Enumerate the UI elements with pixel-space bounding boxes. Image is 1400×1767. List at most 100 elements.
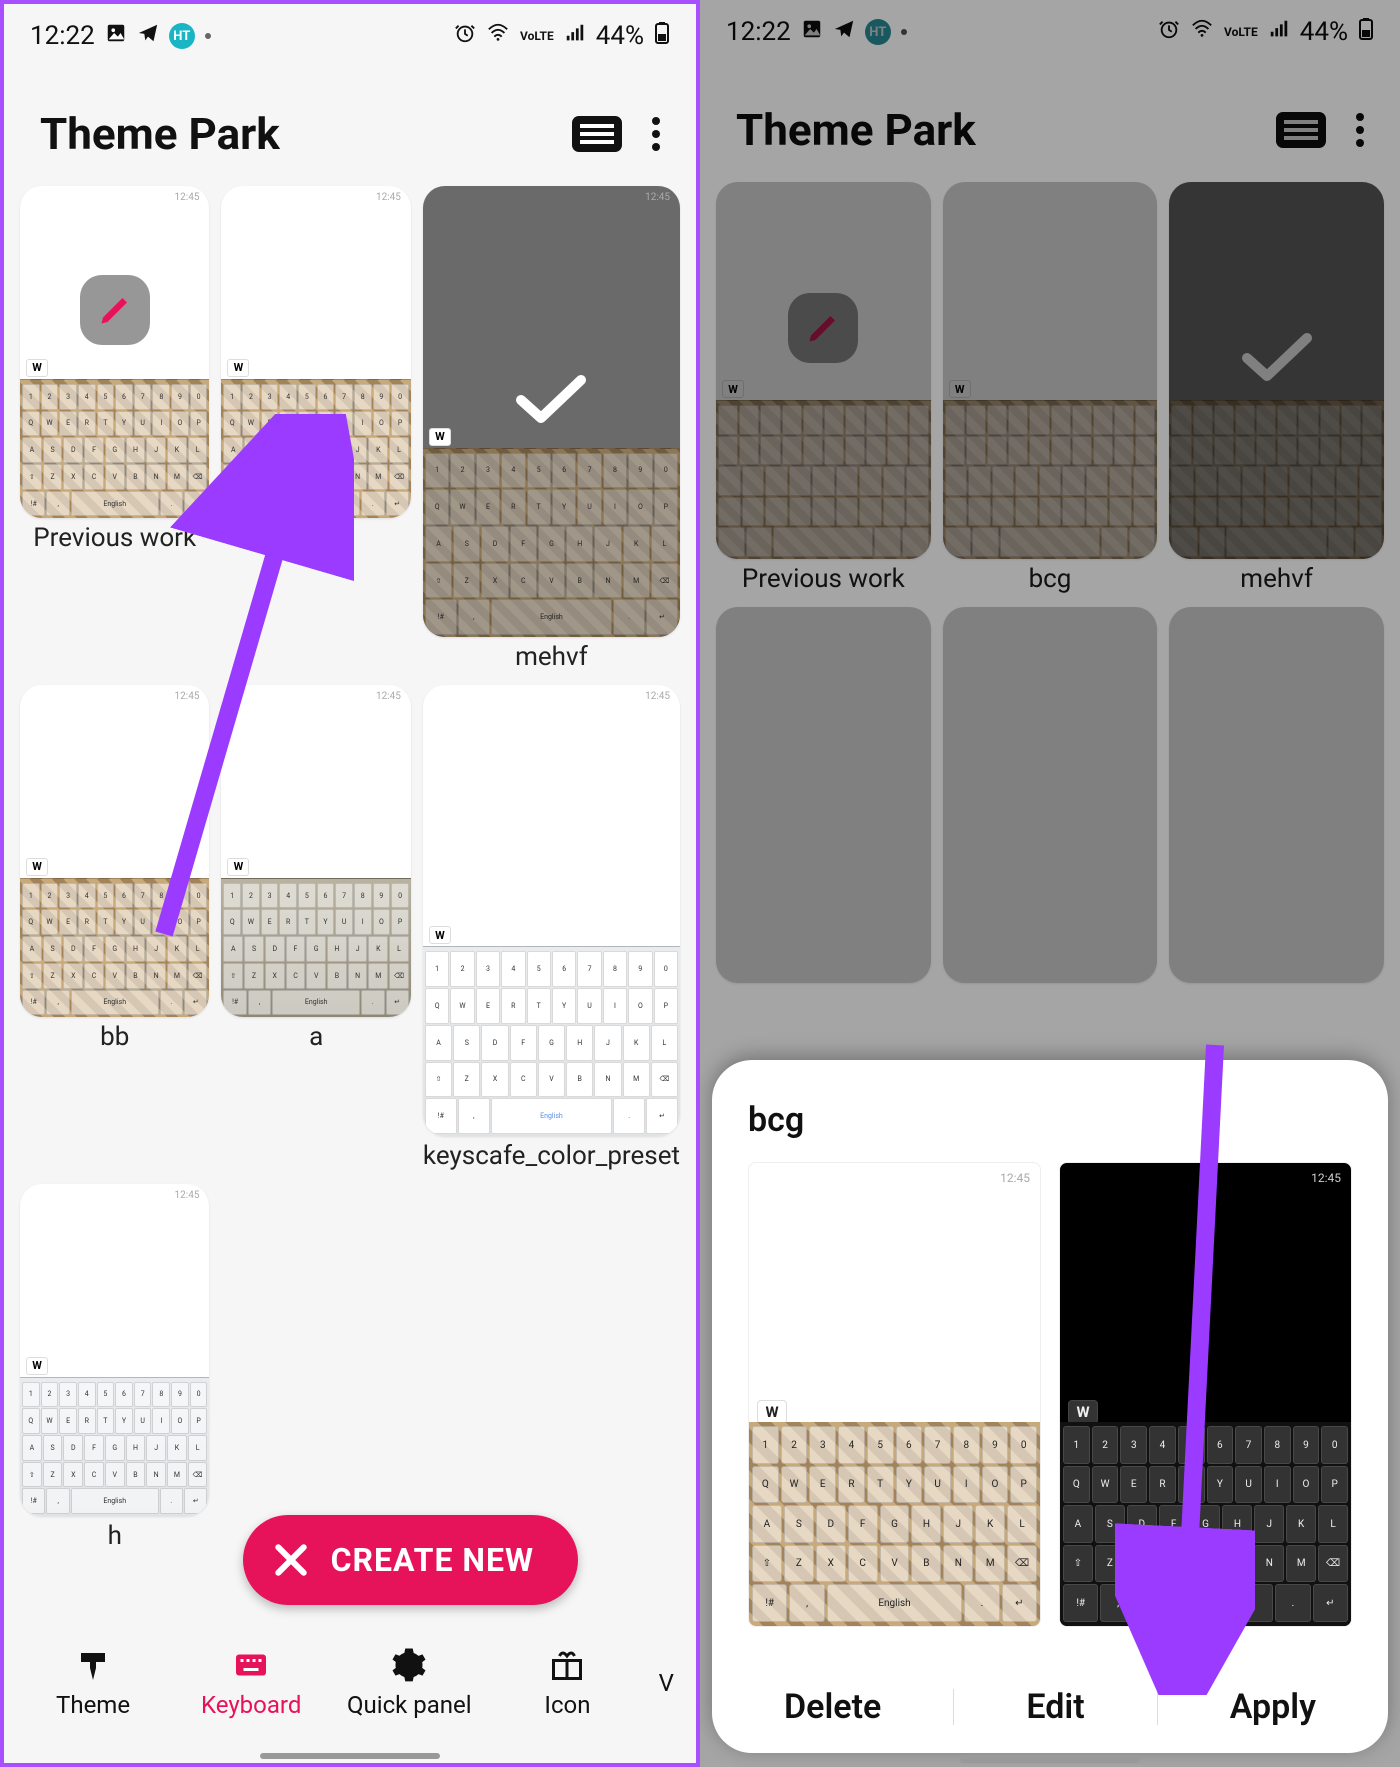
more-notifications-dot: [205, 33, 211, 39]
theme-grid: W Previous work W bcg mehvf: [700, 182, 1400, 983]
theme-card[interactable]: 12:45 W 1234567890 QWERTYUIOP ASDFGHJKL …: [423, 186, 680, 673]
battery-text: 44%: [596, 21, 644, 51]
keyboard-preview: 1234567890 QWERTYUIOP ASDFGHJKL ⇧ZXCVBNM…: [1060, 1422, 1351, 1626]
keyboard-preview: 1234567890 QWERTYUIOP ASDFGHJKL ⇧ZXCVBNM…: [423, 946, 680, 1135]
nav-keyboard[interactable]: Keyboard: [172, 1647, 330, 1719]
suggest-chip: W: [227, 858, 249, 876]
theme-label: Previous work: [742, 565, 905, 595]
battery-text: 44%: [1300, 17, 1348, 47]
keyboard-preview: 1234567890 QWERTYUIOP ASDFGHJKL ⇧ZXCVBNM…: [20, 1377, 209, 1517]
keyboard-nav-icon: [231, 1647, 271, 1683]
page-title: Theme Park: [40, 108, 280, 160]
sheet-title: bcg: [748, 1100, 1352, 1140]
keyboard-preview: 1234567890 QWERTYUIOP ASDFGHJKL ⇧ZXCVBNM…: [221, 878, 410, 1018]
theme-label: bcg: [1029, 565, 1072, 595]
alarm-icon: [1158, 17, 1180, 47]
close-x-icon: [273, 1542, 309, 1578]
theme-card[interactable]: 12:45 W 1234567890 QWERTYUIOP ASDFGHJKL …: [221, 186, 410, 673]
thumb-status: 12:45: [645, 691, 670, 702]
status-time: 12:22: [726, 17, 791, 47]
preview-status: 12:45: [1311, 1171, 1341, 1185]
status-bar: 12:22 HT VoLTE 44%: [700, 0, 1400, 64]
telegram-icon: [137, 21, 159, 51]
more-options-icon: [1356, 113, 1364, 147]
theme-label: bb: [100, 1023, 129, 1053]
nav-label: Keyboard: [201, 1691, 301, 1719]
gesture-bar: [960, 1757, 1140, 1763]
theme-card: W bcg: [943, 182, 1158, 595]
theme-card: mehvf: [1169, 182, 1384, 595]
edit-button[interactable]: Edit: [1026, 1687, 1084, 1727]
create-new-button[interactable]: CREATE NEW: [243, 1515, 578, 1605]
delete-button[interactable]: Delete: [784, 1687, 881, 1727]
ht-app-icon: HT: [169, 23, 195, 49]
nav-label: Icon: [544, 1691, 590, 1719]
nav-overflow-hint: V: [659, 1669, 674, 1697]
theme-label: Previous work: [33, 524, 196, 554]
theme-label: mehvf: [515, 643, 588, 673]
theme-card: [943, 607, 1158, 984]
preview-status: 12:45: [1000, 1171, 1030, 1185]
signal-icon: [564, 21, 586, 51]
theme-label: bcg: [295, 524, 338, 554]
thumb-status: 12:45: [175, 1190, 200, 1201]
gallery-icon: [105, 21, 127, 51]
divider: [1157, 1689, 1158, 1725]
thumb-status: 12:45: [645, 192, 670, 203]
theme-card[interactable]: 12:45 W 1234567890 QWERTYUIOP ASDFGHJKL …: [423, 685, 680, 1172]
theme-card[interactable]: 12:45 W 1234567890 QWERTYUIOP ASDFGHJKL …: [20, 1184, 209, 1552]
suggest-chip: W: [757, 1400, 787, 1424]
applied-check-icon: [1237, 328, 1317, 388]
theme-card[interactable]: 12:45 W 1234567890 QWERTYUIOP ASDFGHJKL …: [20, 186, 209, 673]
apply-button[interactable]: Apply: [1230, 1687, 1316, 1727]
editing-badge: [788, 293, 858, 363]
theme-label: a: [309, 1023, 323, 1053]
signal-icon: [1268, 17, 1290, 47]
theme-card: [716, 607, 931, 984]
app-header: Theme Park: [700, 64, 1400, 182]
suggest-chip: W: [26, 858, 48, 876]
theme-label: h: [108, 1522, 122, 1552]
theme-label: keyscafe_color_preset: [423, 1142, 680, 1172]
thumb-status: 12:45: [175, 691, 200, 702]
keyboard-mode-icon[interactable]: [572, 116, 622, 152]
keyboard-preview: 1234567890 QWERTYUIOP ASDFGHJKL ⇧ZXCVBNM…: [221, 379, 410, 519]
alarm-icon: [454, 21, 476, 51]
nav-icon[interactable]: Icon: [488, 1647, 646, 1719]
telegram-icon: [833, 17, 855, 47]
nav-label: Theme: [56, 1691, 130, 1719]
volte-indicator: VoLTE: [520, 30, 554, 42]
applied-check-icon: [511, 370, 591, 430]
theme-card[interactable]: 12:45 W 1234567890 QWERTYUIOP ASDFGHJKL …: [20, 685, 209, 1172]
preview-dark: 12:45 W 1234567890 QWERTYUIOP ASDFGHJKL …: [1059, 1162, 1352, 1627]
divider: [953, 1689, 954, 1725]
nav-overflow[interactable]: V: [647, 1669, 687, 1697]
suggest-chip: W: [26, 359, 48, 377]
nav-label: Quick panel: [347, 1691, 472, 1719]
ht-app-icon: HT: [865, 19, 891, 45]
suggest-chip: W: [26, 1357, 48, 1375]
gift-icon: [547, 1647, 587, 1683]
thumb-status: 12:45: [376, 691, 401, 702]
nav-theme[interactable]: Theme: [14, 1647, 172, 1719]
app-header: Theme Park: [4, 68, 696, 186]
gear-icon: [389, 1647, 429, 1683]
editing-badge: [80, 275, 150, 345]
status-time: 12:22: [30, 21, 95, 51]
theme-card[interactable]: 12:45 W 1234567890 QWERTYUIOP ASDFGHJKL …: [221, 685, 410, 1172]
status-bar: 12:22 HT VoLTE: [4, 4, 696, 68]
suggest-chip: W: [227, 359, 249, 377]
more-options-icon[interactable]: [652, 117, 660, 151]
wifi-icon: [486, 21, 510, 51]
keyboard-mode-icon: [1276, 112, 1326, 148]
suggest-chip: W: [429, 926, 451, 944]
theme-card: W Previous work: [716, 182, 931, 595]
theme-action-sheet: bcg 12:45 W 1234567890 QWERTYUIOP ASDFGH…: [712, 1060, 1388, 1753]
theme-grid: 12:45 W 1234567890 QWERTYUIOP ASDFGHJKL …: [4, 186, 696, 1552]
page-title: Theme Park: [736, 104, 976, 156]
brush-icon: [73, 1647, 113, 1683]
theme-card: [1169, 607, 1384, 984]
nav-quick-panel[interactable]: Quick panel: [330, 1647, 488, 1719]
bottom-nav: Theme Keyboard Quick panel Icon V: [4, 1623, 696, 1743]
wifi-icon: [1190, 17, 1214, 47]
